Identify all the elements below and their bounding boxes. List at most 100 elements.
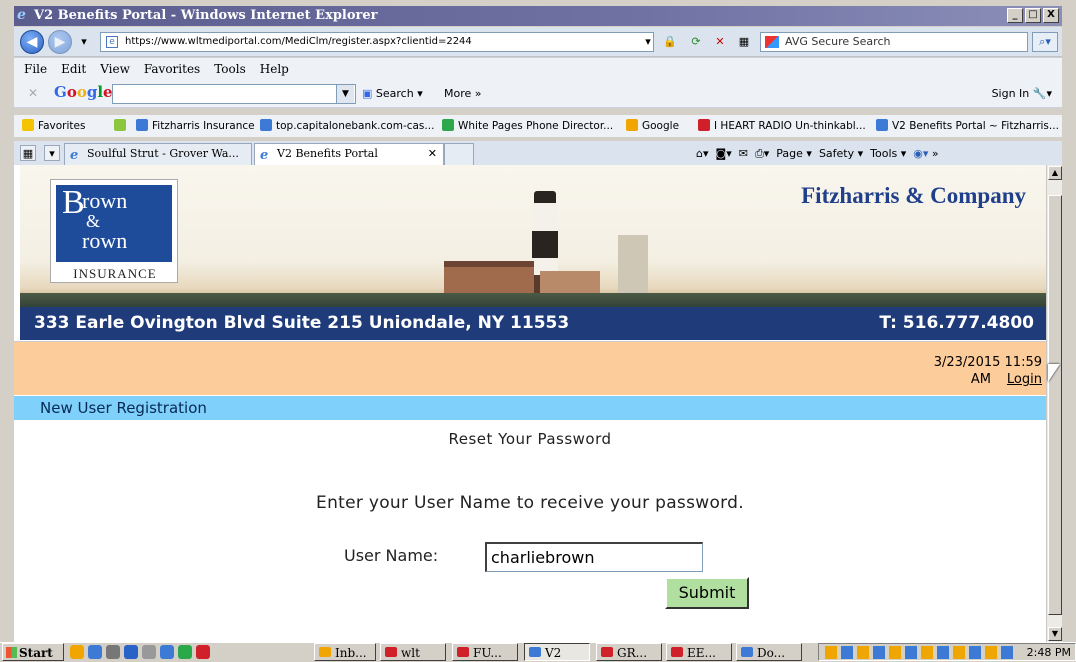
refresh-icon[interactable]: ⟳ [688, 34, 704, 50]
form-heading: Reset Your Password [448, 430, 612, 448]
taskbar-button-gr[interactable]: GR... [596, 643, 662, 661]
system-tray: 2:48 PM [818, 643, 1076, 661]
mouse-cursor-icon [1048, 364, 1060, 382]
windows-flag-icon [6, 647, 17, 658]
google-search-dropdown-icon[interactable]: ▼ [336, 85, 354, 103]
quick-tabs-icon[interactable]: ▦ [20, 145, 36, 161]
company-name: Fitzharris & Company [801, 183, 1026, 208]
vertical-scrollbar[interactable]: ▲ ▼ [1046, 165, 1062, 642]
tab-soulful-strut[interactable]: e Soulful Strut - Grover Wa... [64, 143, 252, 165]
taskbar-button-do[interactable]: Do... [736, 643, 802, 661]
menu-file[interactable]: File [24, 58, 47, 80]
feeds-icon[interactable]: ◙▾ [716, 147, 732, 160]
avg-icon [765, 36, 779, 48]
favorite-item-v2portal[interactable]: V2 Benefits Portal ~ Fitzharris... [876, 115, 1059, 137]
google-search-input[interactable] [112, 84, 356, 104]
datetime: 3/23/2015 11:59 AM Login [906, 354, 1046, 388]
back-button[interactable]: ◀ [20, 30, 44, 54]
favorite-item-capitalone[interactable]: top.capitalonebank.com-cas... [260, 115, 434, 137]
history-dropdown-icon[interactable]: ▾ [76, 34, 92, 50]
quicklaunch-icon-2[interactable] [88, 645, 102, 659]
address-row: ◀ ▶ ▾ e https://www.wltmediportal.com/Me… [14, 27, 1062, 57]
tower-image [618, 235, 648, 301]
search-provider-icon[interactable]: ▦ [736, 34, 752, 50]
close-toolbar-icon[interactable]: ✕ [28, 86, 38, 100]
page-menu[interactable]: Page ▾ [776, 147, 812, 160]
quicklaunch-icon-7[interactable] [178, 645, 192, 659]
tab-list-icon[interactable]: ▾ [44, 145, 60, 161]
command-bar: ⌂▾ ◙▾ ✉ ⎙▾ Page ▾ Safety ▾ Tools ▾ ◉▾ » [696, 145, 939, 163]
taskbar-button-fu[interactable]: FU... [452, 643, 518, 661]
help-icon[interactable]: ◉▾ [913, 147, 928, 160]
google-sign-in[interactable]: Sign In 🔧▾ [992, 84, 1052, 104]
scroll-up-arrow[interactable]: ▲ [1048, 166, 1062, 180]
print-icon[interactable]: ⎙▾ [755, 147, 769, 160]
tray-icons[interactable] [825, 646, 1015, 659]
close-tab-icon[interactable]: ✕ [428, 144, 437, 164]
quicklaunch-icon-1[interactable] [70, 645, 84, 659]
scroll-down-arrow[interactable]: ▼ [1048, 627, 1062, 641]
favorite-item-google[interactable]: Google [626, 115, 679, 137]
login-link[interactable]: Login [1007, 372, 1042, 387]
ie-tab-icon: e [260, 148, 269, 163]
quicklaunch-icon-6[interactable] [160, 645, 174, 659]
taskbar-button-inbox[interactable]: Inb... [314, 643, 376, 661]
forward-button[interactable]: ▶ [48, 30, 72, 54]
mail-icon[interactable]: ✉ [739, 147, 748, 160]
username-input[interactable] [485, 542, 703, 572]
favorite-item-whitepages[interactable]: White Pages Phone Director... [442, 115, 613, 137]
new-tab-button[interactable] [444, 143, 474, 165]
menu-favorites[interactable]: Favorites [144, 58, 200, 80]
logo-insurance: INSURANCE [73, 266, 157, 281]
page-content: B rown & rown INSURANCE Fitzharris & Com… [14, 165, 1046, 642]
quicklaunch-icon-4[interactable] [124, 645, 138, 659]
quicklaunch-icon-3[interactable] [106, 645, 120, 659]
google-search-button[interactable]: ▣ Search ▾ [362, 84, 423, 104]
favorites-bar: Favorites Fitzharris Insurance top.capit… [14, 115, 1062, 137]
minimize-button[interactable]: _ [1007, 8, 1023, 23]
username-label: User Name: [344, 546, 439, 565]
scroll-thumb[interactable] [1048, 195, 1062, 615]
google-toolbar: ✕ Google ▼ ▣ Search ▾ More » Sign In 🔧▾ [14, 80, 1062, 108]
office-address: 333 Earle Ovington Blvd Suite 215 Uniond… [34, 313, 570, 333]
search-go-button[interactable]: ⌕▾ [1032, 32, 1058, 52]
favorite-item-iheartradio[interactable]: I HEART RADIO Un-thinkabl... [698, 115, 866, 137]
menu-edit[interactable]: Edit [61, 58, 86, 80]
quicklaunch-icon-5[interactable] [142, 645, 156, 659]
favorites-button[interactable]: Favorites [22, 115, 85, 137]
stop-icon[interactable]: ✕ [712, 34, 728, 50]
search-placeholder: AVG Secure Search [785, 35, 891, 48]
address-input[interactable]: e https://www.wltmediportal.com/MediClm/… [100, 32, 654, 52]
title-bar: e V2 Benefits Portal - Windows Internet … [14, 6, 1062, 26]
submit-button[interactable]: Submit [665, 577, 749, 609]
address-strip: 333 Earle Ovington Blvd Suite 215 Uniond… [20, 307, 1046, 340]
menu-view[interactable]: View [100, 58, 130, 80]
url-text: https://www.wltmediportal.com/MediClm/re… [125, 36, 472, 47]
taskbar-button-ee[interactable]: EE... [666, 643, 732, 661]
address-dropdown-icon[interactable]: ▾ [640, 34, 656, 50]
datetime-line1: 3/23/2015 11:59 [933, 355, 1042, 370]
add-favorites-icon[interactable] [114, 115, 130, 137]
tab-label: Soulful Strut - Grover Wa... [87, 147, 239, 160]
start-button[interactable]: Start [2, 643, 64, 661]
search-input[interactable]: AVG Secure Search [760, 32, 1028, 52]
menu-help[interactable]: Help [260, 58, 289, 80]
tab-v2-benefits-portal[interactable]: e V2 Benefits Portal ✕ [254, 143, 444, 165]
google-logo: Google [54, 83, 113, 101]
overflow-chevron-icon[interactable]: » [932, 147, 939, 160]
tools-menu[interactable]: Tools ▾ [870, 147, 906, 160]
menu-bar: File Edit View Favorites Tools Help [14, 58, 1062, 80]
safety-menu[interactable]: Safety ▾ [819, 147, 863, 160]
taskbar-button-wlt[interactable]: wlt [380, 643, 446, 661]
close-button[interactable]: X [1043, 8, 1059, 23]
logo-line2: rown [82, 228, 128, 253]
taskbar-button-v2[interactable]: V2 [524, 643, 590, 661]
google-more-button[interactable]: More » [444, 84, 482, 104]
menu-tools[interactable]: Tools [214, 58, 246, 80]
lock-icon[interactable]: 🔒 [662, 34, 678, 50]
maximize-button[interactable]: □ [1025, 8, 1041, 23]
favorite-item-fitzharris[interactable]: Fitzharris Insurance [136, 115, 255, 137]
quicklaunch-icon-8[interactable] [196, 645, 210, 659]
window-controls: _ □ X [1007, 8, 1059, 23]
home-icon[interactable]: ⌂▾ [696, 147, 709, 160]
